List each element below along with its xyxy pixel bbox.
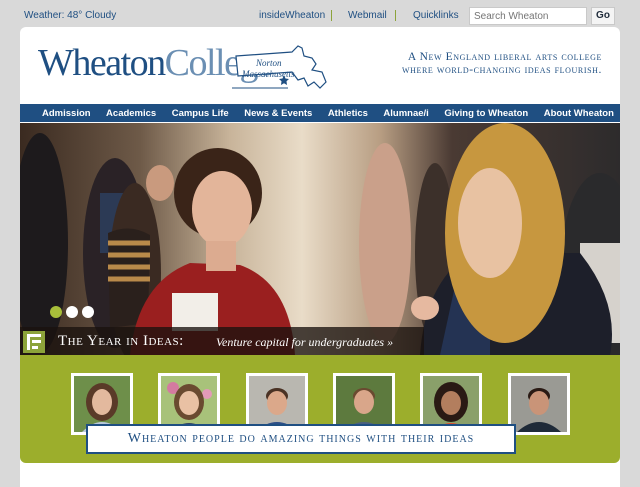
nav-campus-life[interactable]: Campus Life bbox=[172, 108, 229, 119]
nav-about[interactable]: About Wheaton bbox=[544, 108, 614, 119]
location-state: Massachusetts bbox=[242, 69, 295, 79]
hero-photo bbox=[20, 123, 620, 355]
slide-dot-2[interactable] bbox=[66, 306, 78, 318]
utility-divider bbox=[395, 10, 396, 21]
nav-news-events[interactable]: News & Events bbox=[244, 108, 312, 119]
logo-wheaton: Wheaton bbox=[38, 42, 166, 84]
nav-athletics[interactable]: Athletics bbox=[328, 108, 368, 119]
webmail-link[interactable]: Webmail bbox=[348, 10, 387, 21]
slide-dot-1[interactable] bbox=[50, 306, 62, 318]
tagline-line-1: A New England liberal arts college bbox=[407, 51, 602, 63]
search-input[interactable] bbox=[469, 7, 587, 25]
tagline-line-2: where world-changing ideas flourish. bbox=[401, 64, 602, 76]
amazing-things-text: Wheaton people do amazing things with th… bbox=[127, 431, 475, 446]
weather-readout: Weather: 48° Cloudy bbox=[24, 10, 117, 21]
quicklinks-link[interactable]: Quicklinks bbox=[413, 10, 459, 21]
hero-slideshow[interactable]: The Year in Ideas: Venture capital for u… bbox=[20, 123, 620, 355]
hero-caption[interactable]: The Year in Ideas: Venture capital for u… bbox=[20, 327, 424, 355]
main-panel: WheatonCollege Norton Massachusetts A Ne… bbox=[20, 27, 620, 487]
utility-divider bbox=[331, 10, 332, 21]
slide-dot-3[interactable] bbox=[82, 306, 94, 318]
location-town: Norton bbox=[256, 58, 282, 68]
main-nav: Admission Academics Campus Life News & E… bbox=[20, 104, 620, 122]
amazing-things-banner[interactable]: Wheaton people do amazing things with th… bbox=[86, 424, 516, 454]
caption-link[interactable]: Venture capital for undergraduates » bbox=[216, 335, 393, 350]
nav-giving[interactable]: Giving to Wheaton bbox=[444, 108, 528, 119]
inside-wheaton-link[interactable]: insideWheaton bbox=[259, 10, 325, 21]
search-go-button[interactable]: Go bbox=[591, 7, 615, 25]
college-tagline: A New England liberal arts college where… bbox=[362, 51, 602, 77]
nav-admission[interactable]: Admission bbox=[42, 108, 91, 119]
nav-academics[interactable]: Academics bbox=[106, 108, 156, 119]
caption-title: The Year in Ideas: bbox=[58, 333, 184, 349]
nav-alumni[interactable]: Alumnae/i bbox=[383, 108, 428, 119]
ideas-logo-icon bbox=[23, 331, 45, 353]
profile-thumbnail[interactable] bbox=[508, 373, 570, 435]
